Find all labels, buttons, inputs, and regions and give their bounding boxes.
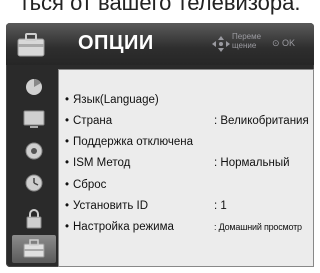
option-row-ism-method[interactable]: • ISM Метод : Нормальный bbox=[65, 153, 311, 173]
option-value: : Великобритания bbox=[214, 115, 309, 127]
option-label: Установить ID bbox=[73, 200, 149, 212]
lock-icon bbox=[26, 209, 42, 229]
sidebar-item-audio[interactable] bbox=[12, 137, 56, 165]
option-label: ISM Метод bbox=[73, 157, 131, 169]
option-row-country[interactable]: • Страна : Великобритания bbox=[65, 111, 311, 131]
toolbox-icon bbox=[23, 239, 45, 258]
navigate-arrows-icon bbox=[212, 36, 230, 52]
move-hint-label: Переме щение bbox=[232, 32, 262, 50]
sidebar-item-time[interactable] bbox=[12, 169, 56, 197]
option-label: Поддержка отключена bbox=[73, 136, 193, 148]
toolbox-icon bbox=[17, 33, 45, 57]
option-row-set-id[interactable]: • Установить ID : 1 bbox=[65, 196, 311, 216]
audio-icon bbox=[25, 142, 43, 160]
display-icon bbox=[23, 110, 45, 128]
sidebar-item-picture[interactable] bbox=[12, 73, 56, 101]
sidebar-item-display[interactable] bbox=[12, 105, 56, 133]
options-menu-panel: ОПЦИИ Переме щение ⊙ OK • Язык(Language)… bbox=[6, 23, 314, 267]
background-caption: ться от вашего телевизора. bbox=[19, 0, 301, 15]
option-value: : 1 bbox=[214, 200, 227, 212]
option-value: : Нормальный bbox=[214, 157, 290, 169]
clock-icon bbox=[25, 174, 43, 192]
option-label: Сброс bbox=[73, 179, 107, 191]
menu-header: ОПЦИИ Переме щение ⊙ OK bbox=[6, 23, 314, 65]
option-label: Страна bbox=[73, 115, 113, 127]
option-label: Настройка режима bbox=[73, 221, 174, 233]
options-list: • Язык(Language) • Страна : Великобритания… bbox=[58, 69, 314, 267]
option-row-support-disabled[interactable]: • Поддержка отключена bbox=[65, 132, 311, 152]
option-value: : Домашний просмотр bbox=[214, 222, 302, 232]
picture-icon bbox=[26, 78, 42, 95]
menu-title: ОПЦИИ bbox=[78, 32, 154, 54]
option-row-language[interactable]: • Язык(Language) bbox=[65, 90, 311, 110]
category-sidebar bbox=[12, 71, 56, 263]
option-row-mode-setting[interactable]: • Настройка режима : Домашний просмотр bbox=[65, 217, 311, 237]
option-label: Язык(Language) bbox=[73, 94, 159, 106]
option-row-reset[interactable]: • Сброс bbox=[65, 175, 311, 195]
sidebar-item-options[interactable] bbox=[12, 235, 56, 263]
ok-hint-label: ⊙ OK bbox=[272, 38, 296, 48]
sidebar-item-lock[interactable] bbox=[12, 205, 56, 233]
